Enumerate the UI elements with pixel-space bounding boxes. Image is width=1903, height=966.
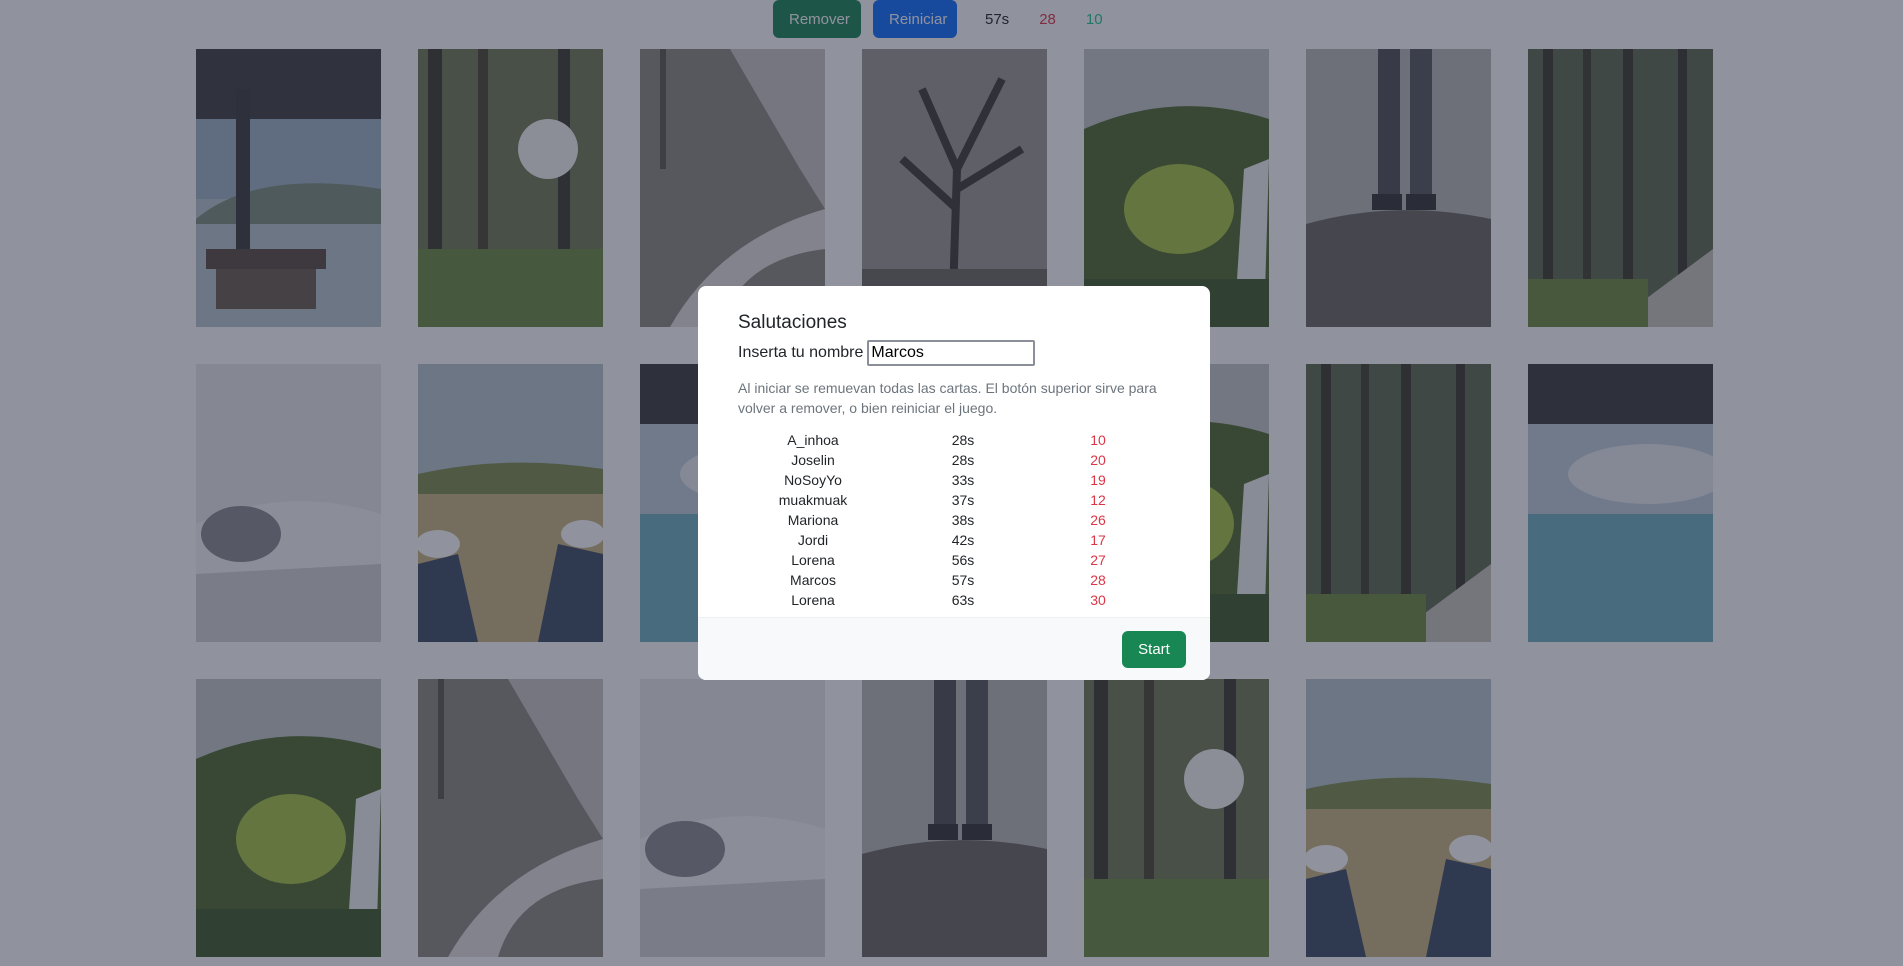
player-moves: 19 (1090, 472, 1106, 488)
player-name: A_inhoa (787, 432, 839, 448)
modal-title: Salutaciones (738, 312, 847, 333)
leaderboard-row: muakmuak 37s 12 (738, 490, 1158, 510)
leaderboard-table: A_inhoa 28s 10 Joselin 28s 20 NoSoyYo 33s 19 muak… (738, 430, 1158, 610)
leaderboard-row: Marcos 57s 28 (738, 570, 1158, 590)
player-time: 38s (951, 512, 975, 528)
player-name: Lorena (791, 552, 835, 568)
player-moves: 30 (1090, 592, 1106, 608)
leaderboard-row: Joselin 28s 20 (738, 450, 1158, 470)
leaderboard-row: Lorena 63s 30 (738, 590, 1158, 610)
player-time: 56s (951, 552, 975, 568)
player-moves: 17 (1090, 532, 1106, 548)
leaderboard-row: Jordi 42s 17 (738, 530, 1158, 550)
leaderboard-row: NoSoyYo 33s 19 (738, 470, 1158, 490)
welcome-modal: Salutaciones Inserta tu nombre Al inicia… (698, 286, 1210, 680)
name-label: Inserta tu nombre (738, 344, 864, 361)
player-name: Joselin (791, 452, 835, 468)
player-time: 42s (951, 532, 975, 548)
player-time: 57s (951, 572, 975, 588)
leaderboard-row: Lorena 56s 27 (738, 550, 1158, 570)
player-time: 63s (951, 592, 975, 608)
player-name: NoSoyYo (784, 472, 842, 488)
player-time: 28s (951, 452, 975, 468)
player-moves: 28 (1090, 572, 1106, 588)
player-name: Jordi (797, 532, 829, 548)
player-time: 37s (951, 492, 975, 508)
player-name: muakmuak (778, 492, 848, 508)
player-time: 28s (951, 432, 975, 448)
modal-footer: Start (698, 617, 1210, 680)
player-time: 33s (951, 472, 975, 488)
player-moves: 12 (1090, 492, 1106, 508)
leaderboard-row: A_inhoa 28s 10 (738, 430, 1158, 450)
player-name: Marcos (790, 572, 836, 588)
player-name: Mariona (787, 512, 839, 528)
player-moves: 27 (1090, 552, 1106, 568)
player-name: Lorena (791, 592, 835, 608)
player-moves: 26 (1090, 512, 1106, 528)
player-moves: 10 (1090, 432, 1106, 448)
start-button[interactable]: Start (1122, 631, 1186, 668)
name-row: Inserta tu nombre (738, 340, 1186, 366)
name-input[interactable] (867, 340, 1036, 366)
player-moves: 20 (1090, 452, 1106, 468)
leaderboard-row: Mariona 38s 26 (738, 510, 1158, 530)
instructions-text: Al iniciar se remuevan todas las cartas.… (738, 380, 1157, 416)
